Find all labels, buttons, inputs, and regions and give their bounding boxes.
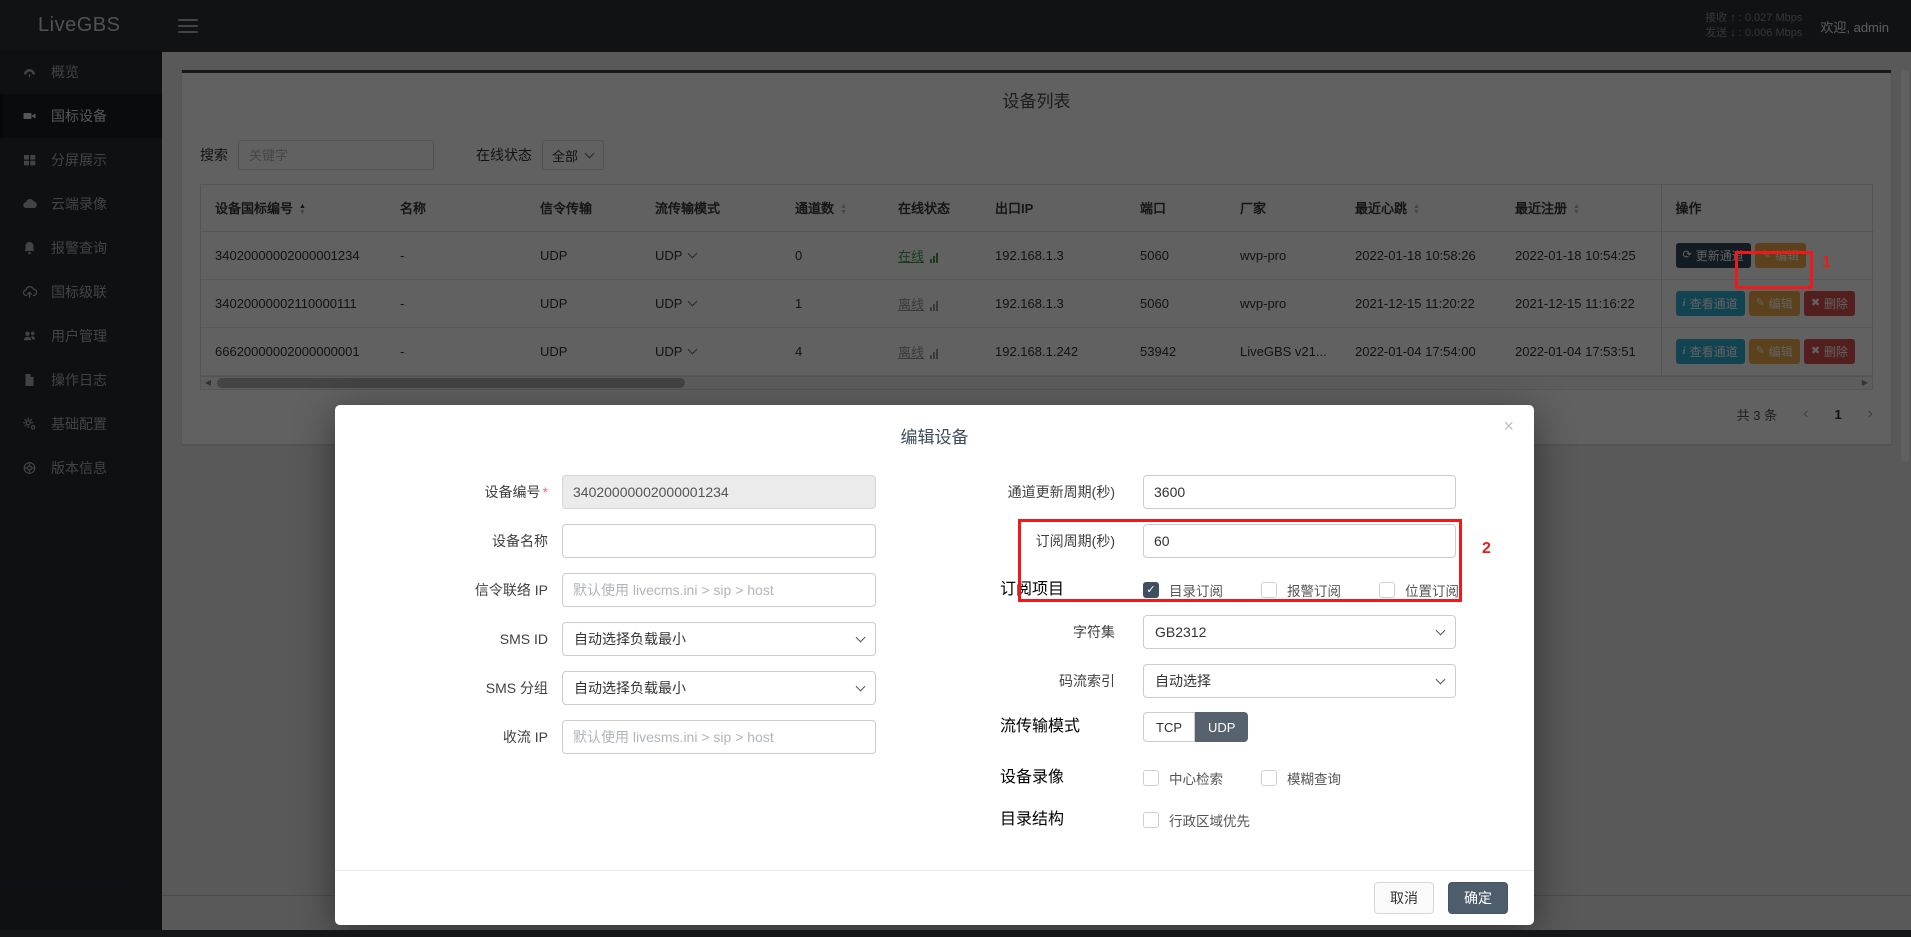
sms-group-select[interactable]: 自动选择负载最小 [562, 671, 876, 705]
charset-label: 字符集 [1000, 615, 1115, 649]
channel-refresh-label: 通道更新周期(秒) [1000, 475, 1115, 509]
chevron-down-icon [856, 632, 866, 642]
sms-group-label: SMS 分组 [438, 671, 548, 705]
bottom-edge-strip [0, 930, 1911, 937]
close-icon[interactable]: × [1503, 417, 1514, 435]
modal-footer: 取消 确定 [335, 870, 1534, 925]
required-asterisk: * [543, 484, 548, 500]
central-search-checkbox[interactable]: ✓ [1143, 770, 1159, 786]
sms-id-label: SMS ID [438, 622, 548, 656]
form-left-column: 设备编号* 设备名称 信令联络 IP SMS ID 自动选择负载最小 SMS 分… [438, 475, 898, 769]
chevron-down-icon [1436, 674, 1446, 684]
device-id-field [562, 475, 876, 509]
sip-host-field[interactable] [562, 573, 876, 607]
udp-toggle-button[interactable]: UDP [1195, 712, 1248, 742]
modal-title: 编辑设备 [335, 423, 1534, 448]
sms-id-select[interactable]: 自动选择负载最小 [562, 622, 876, 656]
stream-ip-label: 收流 IP [438, 720, 548, 754]
confirm-button[interactable]: 确定 [1448, 882, 1508, 914]
chevron-down-icon [856, 681, 866, 691]
annotation-box-1 [1735, 251, 1813, 289]
dir-structure-label: 目录结构 [1000, 810, 1115, 830]
annotation-number-1: 1 [1822, 254, 1831, 272]
admin-region-priority-checkbox[interactable]: ✓ [1143, 812, 1159, 828]
sip-host-label: 信令联络 IP [438, 573, 548, 607]
stream-index-label: 码流索引 [1000, 664, 1115, 698]
device-name-field[interactable] [562, 524, 876, 558]
device-record-label: 设备录像 [1000, 768, 1115, 788]
stream-ip-field[interactable] [562, 720, 876, 754]
annotation-number-2: 2 [1482, 540, 1491, 558]
annotation-box-2 [1018, 519, 1462, 602]
device-id-label: 设备编号* [438, 475, 548, 509]
transport-mode-label: 流传输模式 [1000, 712, 1115, 742]
channel-refresh-field[interactable] [1143, 475, 1456, 509]
tcp-toggle-button[interactable]: TCP [1143, 712, 1195, 742]
device-name-label: 设备名称 [438, 524, 548, 558]
chevron-down-icon [1436, 625, 1446, 635]
charset-select[interactable]: GB2312 [1143, 615, 1456, 649]
stream-index-select[interactable]: 自动选择 [1143, 664, 1456, 698]
cancel-button[interactable]: 取消 [1374, 882, 1434, 914]
edit-device-modal: 编辑设备 × 设备编号* 设备名称 信令联络 IP SMS ID 自动选择负载最… [335, 405, 1534, 925]
fuzzy-query-checkbox[interactable]: ✓ [1261, 770, 1277, 786]
